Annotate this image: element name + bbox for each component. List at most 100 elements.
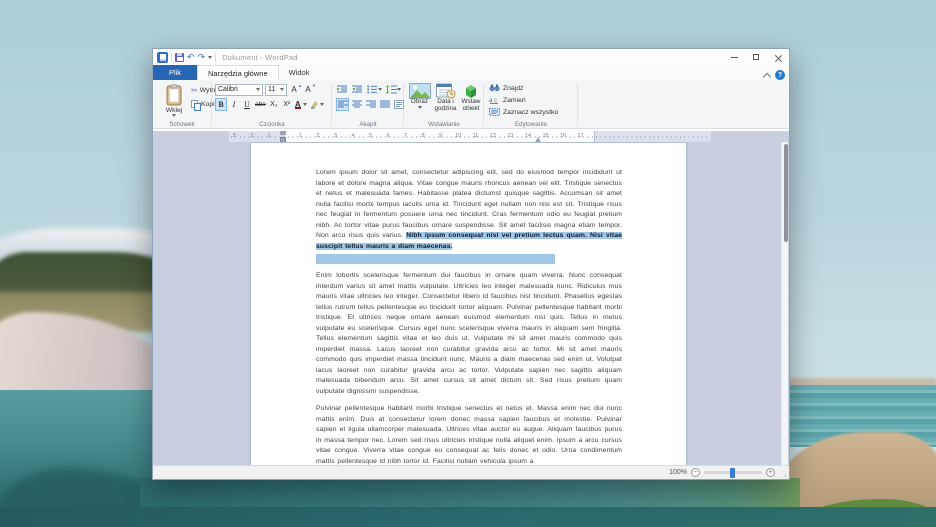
justify-icon (380, 100, 390, 109)
copy-icon (191, 100, 199, 109)
zoom-slider[interactable] (704, 471, 762, 474)
paste-caret-icon (172, 114, 176, 117)
align-center-icon (352, 100, 362, 109)
insert-object-button[interactable]: Wstaw obiekt (458, 83, 484, 113)
minimize-icon (731, 57, 738, 58)
maximize-button[interactable] (745, 49, 767, 65)
font-color-caret-icon (303, 103, 307, 106)
ruler[interactable]: 3211234567891011121314151617 (153, 131, 789, 142)
document-area: Lorem ipsum dolor sit amet, consectetur … (153, 142, 789, 467)
ruler-number: 1 (299, 133, 302, 139)
collapse-ribbon-icon[interactable] (763, 73, 771, 78)
align-center-button[interactable] (350, 98, 363, 111)
find-binoculars-icon (489, 84, 500, 92)
underline-button[interactable]: U (241, 98, 253, 111)
title-bar[interactable]: ↶ ↷ Dokument - WordPad (153, 49, 789, 65)
ruler-number: 6 (386, 133, 389, 139)
vertical-scrollbar[interactable] (781, 142, 788, 467)
window-title: Dokument - WordPad (222, 53, 298, 62)
bullet-list-icon (367, 85, 378, 94)
font-family-select[interactable]: Calibri (215, 84, 263, 96)
font-color-button[interactable]: A (294, 98, 308, 111)
help-icon[interactable]: ? (775, 70, 785, 80)
close-button[interactable] (767, 49, 789, 65)
insert-group: Obraz Data i godzina (405, 80, 483, 129)
find-button[interactable]: Znajdź (489, 83, 558, 93)
subscript-button[interactable]: X₂ (268, 98, 280, 111)
ruler-number: 13 (507, 133, 513, 139)
clipboard-group: Wklej ✂ Wytnij Kopiuj Schowek (153, 80, 211, 129)
save-icon[interactable] (175, 53, 184, 62)
superscript-button[interactable]: X² (281, 98, 293, 111)
first-line-indent-marker[interactable] (280, 131, 286, 135)
select-all-label: Zaznacz wszystko (503, 109, 558, 116)
insert-datetime-label: Data i godzina (433, 99, 458, 113)
grow-font-button[interactable]: A▲ (289, 83, 301, 96)
line-spacing-button[interactable] (385, 83, 402, 96)
list-button[interactable] (366, 83, 383, 96)
paragraph-dialog-button[interactable] (392, 98, 405, 111)
increase-indent-icon (352, 85, 363, 94)
line-spacing-caret-icon (397, 88, 401, 91)
insert-datetime-button[interactable]: Data i godzina (433, 83, 458, 113)
zoom-level: 100% (669, 469, 687, 476)
undo-icon[interactable]: ↶ (187, 52, 195, 62)
shrink-font-button[interactable]: A▼ (303, 83, 315, 96)
paragraph-group: Akapit (333, 80, 403, 129)
line-spacing-icon (386, 85, 397, 94)
replace-button[interactable]: a c Zamień (489, 95, 558, 105)
document-page[interactable]: Lorem ipsum dolor sit amet, consectetur … (251, 143, 686, 467)
select-all-button[interactable]: Zaznacz wszystko (489, 107, 558, 117)
highlighter-icon (310, 100, 319, 109)
scrollbar-thumb[interactable] (784, 144, 788, 242)
ribbon-tab-bar: Plik Narzędzia główne Widok ? (153, 65, 789, 80)
font-size-select[interactable]: 11 (265, 84, 287, 96)
document-text[interactable]: Lorem ipsum dolor sit amet, consectetur … (316, 168, 622, 467)
bold-button[interactable]: B (215, 98, 227, 111)
strikethrough-button[interactable]: abe (254, 98, 267, 111)
redo-icon[interactable]: ↷ (198, 52, 206, 62)
scissors-icon: ✂ (191, 86, 198, 95)
align-right-button[interactable] (364, 98, 377, 111)
wordpad-app-icon[interactable] (157, 52, 168, 63)
qat-customize-caret-icon[interactable] (208, 56, 212, 59)
maximize-icon (753, 54, 759, 60)
window-controls (723, 49, 789, 65)
ribbon: Wklej ✂ Wytnij Kopiuj Schowek Calibri (153, 80, 789, 129)
tab-file[interactable]: Plik (153, 65, 197, 80)
insert-image-button[interactable]: Obraz (407, 83, 432, 109)
paste-button[interactable]: Wklej (159, 83, 189, 121)
resize-grip[interactable] (780, 470, 788, 478)
font-family-value: Calibri (218, 86, 238, 93)
font-family-caret-icon (256, 88, 260, 91)
desktop: ↶ ↷ Dokument - WordPad Plik Narzędzia gł… (0, 0, 936, 527)
ruler-number: 8 (421, 133, 424, 139)
find-label: Znajdź (503, 85, 523, 92)
zoom-out-button[interactable]: − (691, 468, 700, 477)
ruler-number: 3 (334, 133, 337, 139)
status-bar: 100% − + (153, 465, 789, 479)
align-left-button[interactable] (336, 98, 349, 111)
decrease-indent-button[interactable] (336, 83, 349, 96)
zoom-in-button[interactable]: + (766, 468, 775, 477)
zoom-slider-thumb[interactable] (730, 468, 735, 478)
ruler-number: 5 (369, 133, 372, 139)
font-size-caret-icon (280, 88, 284, 91)
zoom-controls: 100% − + (669, 468, 789, 477)
tab-view[interactable]: Widok (279, 65, 320, 80)
quick-access-toolbar: ↶ ↷ (153, 52, 216, 63)
italic-button[interactable]: I (228, 98, 240, 111)
increase-indent-button[interactable] (351, 83, 364, 96)
align-right-icon (366, 100, 376, 109)
paste-label: Wklej (166, 107, 183, 114)
font-size-value: 11 (268, 86, 275, 93)
highlight-button[interactable] (309, 98, 325, 111)
minimize-button[interactable] (723, 49, 745, 65)
ruler-number: 7 (404, 133, 407, 139)
tab-home[interactable]: Narzędzia główne (197, 65, 279, 80)
wallpaper-water (0, 507, 936, 527)
justify-button[interactable] (378, 98, 391, 111)
group-divider (331, 83, 332, 126)
ruler-number: 12 (490, 133, 496, 139)
replace-label: Zamień (503, 97, 526, 104)
